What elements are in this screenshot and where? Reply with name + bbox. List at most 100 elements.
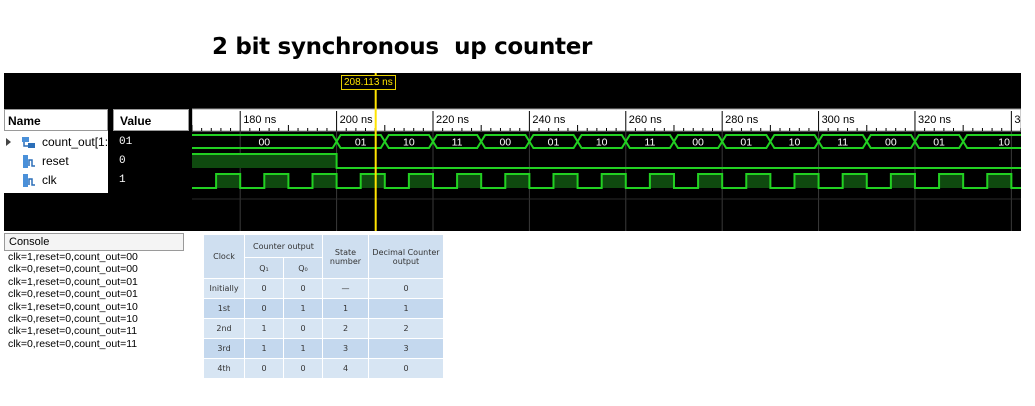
table-cell-state: 1 (322, 298, 369, 319)
waveform-canvas[interactable]: 180 ns 200 ns 220 ns 240 ns 260 ns 280 ns 300 … (192, 73, 1021, 231)
page-title: 2 bit synchronous up counter (212, 34, 593, 60)
table-cell-decimal: 0 (368, 358, 444, 379)
console-tab[interactable]: Console (4, 233, 184, 251)
table-header-q0: Q₀ (283, 257, 323, 279)
console-line: clk=1,reset=0,count_out=11 (8, 325, 138, 338)
reset-high-fill (192, 154, 337, 168)
table-row: 4th 0 0 4 0 (203, 358, 444, 379)
cursor-time-label[interactable]: 208.113 ns (341, 75, 396, 90)
signal-value-count-out: 01 (119, 136, 133, 148)
clk-high-fill (408, 174, 433, 188)
ruler-tick-label: 220 ns (436, 114, 470, 126)
table-cell-state: 3 (322, 338, 369, 359)
clk-high-fill (939, 174, 964, 188)
console-line: clk=0,reset=0,count_out=10 (8, 313, 138, 326)
table-cell-clock: Initially (203, 278, 245, 299)
clk-high-fill (457, 174, 482, 188)
table-header-state-number: State number (322, 234, 369, 279)
clk-high-fill (649, 174, 674, 188)
console-output: clk=1,reset=0,count_out=00 clk=0,reset=0,… (4, 251, 184, 350)
table-cell-state: 2 (322, 318, 369, 339)
table-header-decimal: Decimal Counter output (368, 234, 444, 279)
signal-name: reset (42, 154, 69, 168)
clk-high-fill (553, 174, 578, 188)
logic-signal-icon (23, 174, 35, 187)
bus-value-label: 01 (933, 137, 945, 149)
bus-value-label: 00 (692, 137, 704, 149)
value-column-header[interactable]: Value (113, 109, 189, 131)
signal-names-panel: Name count_out[1: reset clk (4, 73, 108, 231)
clk-high-fill (746, 174, 771, 188)
bus-segment (961, 134, 1021, 149)
table-cell-q0: 1 (283, 298, 323, 319)
console-line: clk=1,reset=0,count_out=00 (8, 251, 138, 263)
table-cell-decimal: 3 (368, 338, 444, 359)
console-line: clk=0,reset=0,count_out=00 (8, 263, 138, 276)
clk-high-fill (312, 174, 337, 188)
bus-value-label: 00 (258, 137, 270, 149)
console-panel: Console clk=1,reset=0,count_out=00 clk=0,… (4, 233, 184, 365)
table-cell-state: 4 (322, 358, 369, 379)
signal-list: count_out[1: reset clk (4, 131, 108, 193)
clk-high-fill (890, 174, 915, 188)
clk-high-fill (360, 174, 385, 188)
table-cell-clock: 2nd (203, 318, 245, 339)
bus-signal-icon (22, 137, 35, 148)
table-row: 2nd 1 0 2 2 (203, 318, 444, 339)
expand-arrow-icon[interactable] (6, 138, 11, 146)
clk-high-fill (505, 174, 530, 188)
signal-row-clk[interactable]: clk (4, 171, 108, 190)
table-header-clock: Clock (203, 234, 245, 279)
waveform-viewer: Name count_out[1: reset clk Value 01 0 1… (4, 73, 1021, 231)
clk-high-fill (601, 174, 626, 188)
waveform-area[interactable]: 180 ns 200 ns 220 ns 240 ns 260 ns 280 ns 300 … (192, 73, 1021, 231)
table-row: 3rd 1 1 3 3 (203, 338, 444, 359)
table-cell-q0: 1 (283, 338, 323, 359)
ruler-tick-label: 280 ns (725, 114, 759, 126)
table-cell-decimal: 1 (368, 298, 444, 319)
table-row: 1st 0 1 1 1 (203, 298, 444, 319)
clk-high-fill (842, 174, 867, 188)
clk-high-fill (216, 174, 241, 188)
signal-row-count-out[interactable]: count_out[1: (4, 133, 108, 152)
table-cell-q0: 0 (283, 358, 323, 379)
console-line: clk=0,reset=0,count_out=11 (8, 337, 138, 350)
state-table: Clock Counter output State number Decima… (203, 234, 444, 379)
signal-row-reset[interactable]: reset (4, 152, 108, 171)
table-cell-clock: 3rd (203, 338, 245, 359)
table-cell-clock: 4th (203, 358, 245, 379)
ruler-tick-label: 300 ns (822, 114, 856, 126)
bus-value-label: 01 (548, 137, 560, 149)
table-cell-q1: 0 (244, 298, 284, 319)
time-ruler (192, 108, 1021, 132)
table-cell-clock: 1st (203, 298, 245, 319)
signal-value-clk: 1 (119, 174, 126, 186)
table-cell-q1: 0 (244, 278, 284, 299)
signal-name: count_out[1: (42, 135, 108, 149)
signal-name: clk (42, 173, 57, 187)
table-cell-state: — (322, 278, 369, 299)
bus-value-label: 01 (355, 137, 367, 149)
console-line: clk=1,reset=0,count_out=10 (8, 300, 138, 313)
table-row: Initially 0 0—0 (203, 278, 444, 299)
ruler-tick-label: 260 ns (629, 114, 663, 126)
bus-value-label: 11 (837, 137, 848, 149)
bus-value-label: 11 (644, 137, 655, 149)
clk-high-fill (794, 174, 819, 188)
ruler-tick-label: 240 ns (532, 114, 566, 126)
table-header-counter-output: Counter output (244, 234, 323, 258)
clk-high-fill (987, 174, 1012, 188)
table-cell-decimal: 0 (368, 278, 444, 299)
ruler-tick-label: 320 ns (918, 114, 952, 126)
bus-value-label: 10 (789, 137, 801, 149)
bus-value-label: 00 (885, 137, 897, 149)
bus-value-label: 11 (452, 137, 463, 149)
table-cell-q1: 0 (244, 358, 284, 379)
table-cell-q1: 1 (244, 338, 284, 359)
table-cell-q1: 1 (244, 318, 284, 339)
signal-values-panel: Value 01 0 1 (113, 73, 189, 231)
name-column-header[interactable]: Name (4, 109, 108, 131)
console-line: clk=1,reset=0,count_out=01 (8, 275, 138, 288)
clk-high-fill (698, 174, 723, 188)
signal-value-reset: 0 (119, 155, 126, 167)
